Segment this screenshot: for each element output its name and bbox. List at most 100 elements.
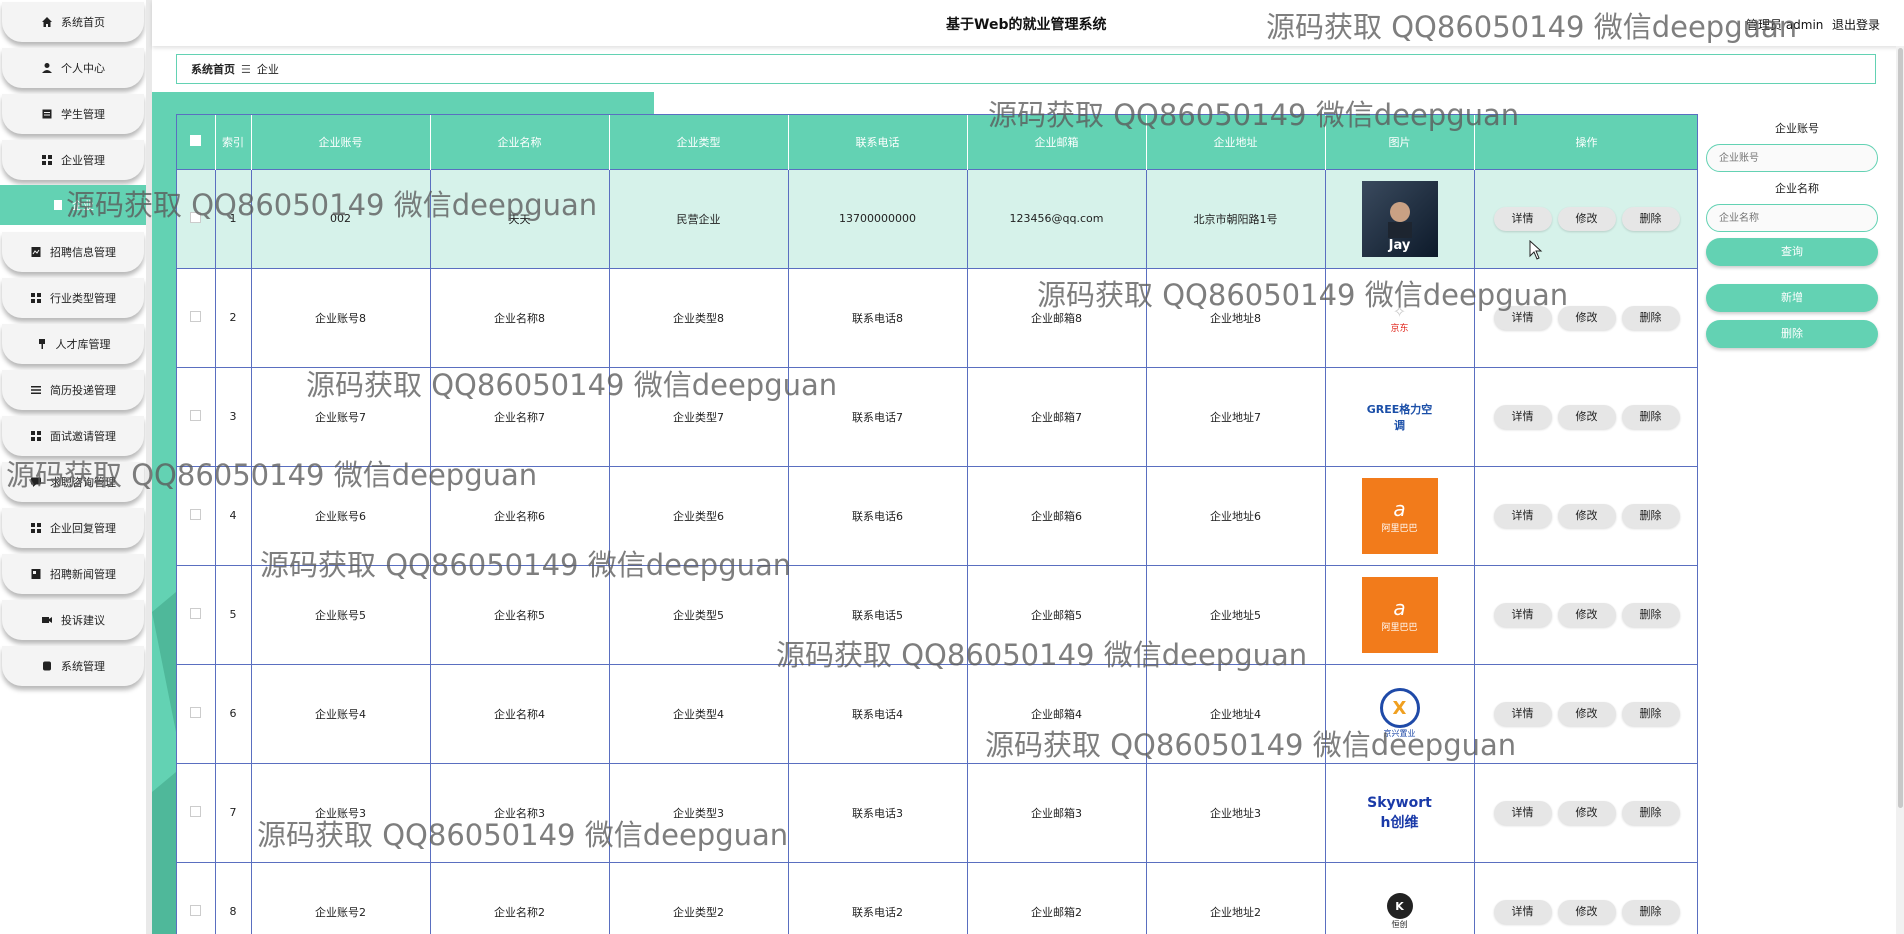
row-image: ✧ 京东	[1325, 267, 1475, 367]
sidebar-item[interactable]: 招聘信息管理	[2, 232, 144, 272]
table-row[interactable]: 6 企业账号4 企业名称4 企业类型4 联系电话4 企业邮箱4 企业地址4 X 京兴置业 详情 修改…	[177, 663, 1697, 763]
edit-button[interactable]: 修改	[1557, 206, 1616, 231]
row-checkbox[interactable]	[177, 168, 216, 268]
account-search-input[interactable]	[1706, 144, 1878, 172]
row-checkbox[interactable]	[177, 861, 216, 934]
sidebar-item[interactable]: 面试邀请管理	[2, 416, 144, 456]
row-checkbox[interactable]	[177, 366, 216, 466]
row-phone: 联系电话3	[788, 762, 968, 862]
row-name: 企业名称3	[430, 762, 610, 862]
breadcrumb-home[interactable]: 系统首页	[191, 61, 235, 77]
row-type: 企业类型8	[609, 267, 789, 367]
row-actions: 详情 修改 删除	[1474, 168, 1697, 268]
jx-logo: X 京兴置业	[1362, 676, 1438, 752]
table-row[interactable]: 5 企业账号5 企业名称5 企业类型5 联系电话5 企业邮箱5 企业地址5 a 阿里巴巴 详情 修改…	[177, 564, 1697, 664]
current-user: 管理员 admin	[1746, 18, 1824, 32]
logout-link[interactable]: 退出登录	[1832, 16, 1880, 33]
row-image: GREE格力空调	[1325, 366, 1475, 466]
row-checkbox[interactable]	[177, 465, 216, 565]
row-type: 企业类型7	[609, 366, 789, 466]
table-row[interactable]: 1 002 天天 民营企业 13700000000 123456@qq.com 北京市朝阳路…	[177, 168, 1697, 268]
student-icon	[41, 108, 53, 120]
sidebar-item-label: 系统首页	[61, 16, 105, 29]
sidebar-item[interactable]: 个人中心	[2, 48, 144, 88]
row-name: 天天	[430, 168, 610, 268]
sidebar-item[interactable]: 人才库管理	[2, 324, 144, 364]
delete-button[interactable]: 删除	[1621, 503, 1680, 528]
edit-button[interactable]: 修改	[1557, 404, 1616, 429]
table-row[interactable]: 3 企业账号7 企业名称7 企业类型7 联系电话7 企业邮箱7 企业地址7 GREE格力空调 详…	[177, 366, 1697, 466]
list-icon	[30, 384, 42, 396]
row-index: 6	[215, 663, 252, 763]
row-type: 企业类型4	[609, 663, 789, 763]
table-row[interactable]: 2 企业账号8 企业名称8 企业类型8 联系电话8 企业邮箱8 企业地址8 ✧ 京东 详情 修改 删除	[177, 267, 1697, 367]
delete-button[interactable]: 删除	[1621, 899, 1680, 924]
add-button[interactable]: 新增	[1706, 284, 1878, 312]
row-index: 1	[215, 168, 252, 268]
detail-button[interactable]: 详情	[1493, 503, 1552, 528]
sidebar-item[interactable]: 求职咨询管理	[2, 462, 144, 502]
delete-button[interactable]: 删除	[1621, 305, 1680, 330]
col-image: 图片	[1325, 115, 1475, 169]
delete-button[interactable]: 删除	[1621, 206, 1680, 231]
row-checkbox[interactable]	[177, 564, 216, 664]
col-email: 企业邮箱	[967, 115, 1147, 169]
detail-button[interactable]: 详情	[1493, 800, 1552, 825]
sidebar-item[interactable]: 投诉建议	[2, 600, 144, 640]
query-button[interactable]: 查询	[1706, 238, 1878, 266]
col-address: 企业地址	[1146, 115, 1326, 169]
scrollbar-thumb[interactable]	[1898, 48, 1903, 808]
row-name: 企业名称5	[430, 564, 610, 664]
detail-button[interactable]: 详情	[1493, 404, 1552, 429]
grid-icon	[30, 292, 42, 304]
row-name: 企业名称6	[430, 465, 610, 565]
sidebar-item[interactable]: 系统首页	[2, 2, 144, 42]
row-checkbox[interactable]	[177, 762, 216, 862]
detail-button[interactable]: 详情	[1493, 602, 1552, 627]
sidebar-item[interactable]: 学生管理	[2, 94, 144, 134]
sidebar-item[interactable]: 企业回复管理	[2, 508, 144, 548]
edit-button[interactable]: 修改	[1557, 602, 1616, 627]
sidebar-item-label: 招聘新闻管理	[50, 568, 116, 581]
row-index: 4	[215, 465, 252, 565]
name-search-input[interactable]	[1706, 204, 1878, 232]
sidebar-item[interactable]: 招聘新闻管理	[2, 554, 144, 594]
table-row[interactable]: 4 企业账号6 企业名称6 企业类型6 联系电话6 企业邮箱6 企业地址6 a 阿里巴巴 详情 修改…	[177, 465, 1697, 565]
delete-button[interactable]: 删除	[1621, 701, 1680, 726]
name-search-label: 企业名称	[1775, 182, 1819, 195]
table-row[interactable]: 8 企业账号2 企业名称2 企业类型2 联系电话2 企业邮箱2 企业地址2 K 恒创 详情 修改 删除	[177, 861, 1697, 934]
select-all-checkbox[interactable]	[177, 115, 216, 169]
delete-button[interactable]: 删除	[1621, 602, 1680, 627]
row-checkbox[interactable]	[177, 663, 216, 763]
sidebar-item[interactable]: 行业类型管理	[2, 278, 144, 318]
sidebar-item[interactable]: 企业	[0, 185, 146, 225]
detail-button[interactable]: 详情	[1493, 305, 1552, 330]
sidebar-item[interactable]: 简历投递管理	[2, 370, 144, 410]
table-row[interactable]: 7 企业账号3 企业名称3 企业类型3 联系电话3 企业邮箱3 企业地址3 Skyworth创…	[177, 762, 1697, 862]
detail-button[interactable]: 详情	[1493, 206, 1552, 231]
row-index: 7	[215, 762, 252, 862]
row-name: 企业名称2	[430, 861, 610, 934]
sidebar-item[interactable]: 系统管理	[2, 646, 144, 686]
settings-icon	[41, 660, 53, 672]
edit-button[interactable]: 修改	[1557, 701, 1616, 726]
edit-button[interactable]: 修改	[1557, 503, 1616, 528]
delete-button[interactable]: 删除	[1621, 404, 1680, 429]
batch-delete-button[interactable]: 删除	[1706, 320, 1878, 348]
edit-button[interactable]: 修改	[1557, 305, 1616, 330]
detail-button[interactable]: 详情	[1493, 701, 1552, 726]
sidebar-item[interactable]: 企业管理	[2, 140, 144, 180]
row-phone: 联系电话5	[788, 564, 968, 664]
top-header: 基于Web的就业管理系统 管理员 admin 退出登录	[152, 0, 1904, 46]
skyworth-logo: Skyworth创维	[1367, 794, 1432, 831]
edit-button[interactable]: 修改	[1557, 800, 1616, 825]
detail-button[interactable]: 详情	[1493, 899, 1552, 924]
row-image: a 阿里巴巴	[1325, 564, 1475, 664]
delete-button[interactable]: 删除	[1621, 800, 1680, 825]
mouse-cursor-icon	[1529, 240, 1543, 260]
row-phone: 联系电话8	[788, 267, 968, 367]
row-index: 2	[215, 267, 252, 367]
row-checkbox[interactable]	[177, 267, 216, 367]
row-image: a 阿里巴巴	[1325, 465, 1475, 565]
edit-button[interactable]: 修改	[1557, 899, 1616, 924]
